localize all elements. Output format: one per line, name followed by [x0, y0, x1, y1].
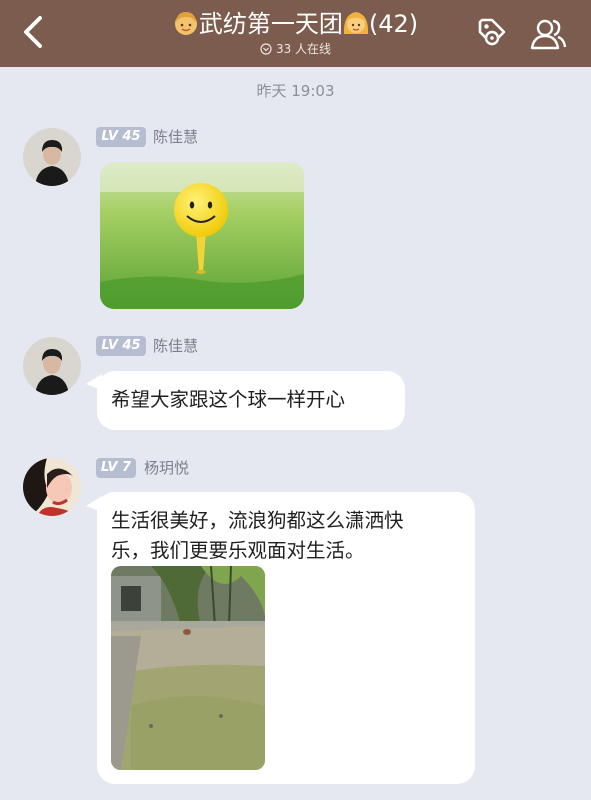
level-badge: LV 45: [96, 127, 146, 147]
chat-bubble[interactable]: 希望大家跟这个球一样开心: [97, 371, 405, 430]
sender-name[interactable]: 杨玥悦: [144, 458, 189, 478]
chat-bubble[interactable]: 生活很美好，流浪狗都这么潇洒快 乐，我们更要乐观面对生活。: [97, 492, 475, 784]
level-badge: LV 45: [96, 336, 146, 356]
girl-emoji-icon: [343, 12, 368, 34]
message-text-line: 乐，我们更要乐观面对生活。: [111, 539, 365, 562]
avatar[interactable]: [23, 458, 81, 516]
online-count: 33 人在线: [275, 42, 332, 56]
chevron-down-circle-icon: [260, 43, 272, 55]
message-timestamp: 昨天 19:03: [256, 82, 335, 100]
avatar[interactable]: [23, 337, 81, 395]
message-text-line: 生活很美好，流浪狗都这么潇洒快: [111, 509, 404, 532]
level-badge: LV 7: [96, 458, 136, 478]
avatar[interactable]: [23, 128, 81, 186]
members-icon[interactable]: [528, 14, 568, 54]
member-count: (42): [368, 10, 419, 38]
courtyard-dog-image[interactable]: [111, 566, 265, 770]
boy-emoji-icon: [174, 12, 197, 35]
group-name: 武纺第一天团: [198, 10, 343, 38]
sender-name[interactable]: 陈佳慧: [153, 336, 198, 356]
sender-name[interactable]: 陈佳慧: [153, 127, 198, 147]
golf-ball-image[interactable]: [100, 162, 304, 309]
tag-settings-icon[interactable]: [470, 14, 510, 54]
message-text: 希望大家跟这个球一样开心: [111, 388, 346, 411]
chat-header: 武纺第一天团 (42) 33 人在线: [0, 0, 591, 67]
